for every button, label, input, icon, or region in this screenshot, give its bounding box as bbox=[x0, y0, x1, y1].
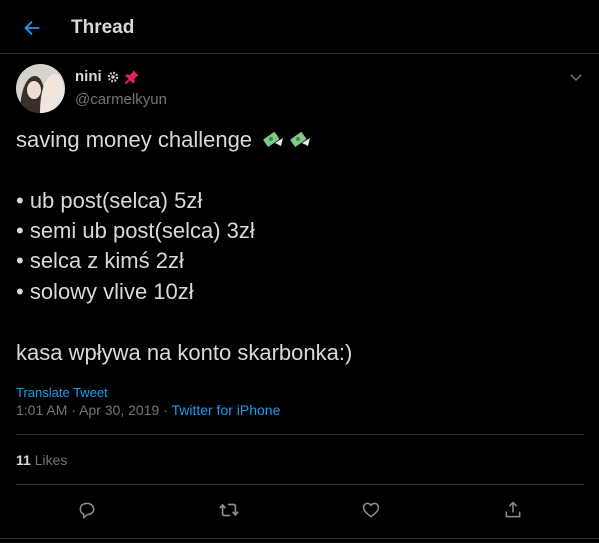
translate-tweet-link[interactable]: Translate Tweet bbox=[16, 385, 108, 400]
avatar[interactable] bbox=[16, 64, 65, 113]
likes-label: Likes bbox=[34, 452, 68, 468]
share-button[interactable] bbox=[498, 495, 528, 525]
heart-icon bbox=[362, 502, 380, 518]
more-options-button[interactable] bbox=[567, 68, 585, 86]
divider bbox=[16, 484, 584, 485]
reply-icon bbox=[79, 502, 95, 520]
pushpin-icon bbox=[124, 69, 139, 84]
tweet-actions bbox=[0, 495, 599, 525]
divider bbox=[0, 538, 599, 539]
tweet-date[interactable]: Apr 30, 2019 bbox=[79, 402, 159, 418]
tweet-line-2: • ub post(selca) 5zł bbox=[16, 188, 203, 213]
tweet-line-6: kasa wpływa na konto skarbonka:) bbox=[16, 340, 353, 365]
thread-header: Thread bbox=[0, 0, 599, 54]
author-row: nini bbox=[75, 68, 140, 85]
meta-separator: · bbox=[71, 402, 76, 418]
money-with-wings-icon bbox=[261, 126, 285, 150]
page-title: Thread bbox=[71, 17, 135, 38]
tweet-time[interactable]: 1:01 AM bbox=[16, 402, 67, 418]
likes-stat[interactable]: 11 Likes bbox=[16, 452, 67, 468]
retweet-button[interactable] bbox=[214, 495, 244, 525]
tweet-source-link[interactable]: Twitter for iPhone bbox=[171, 402, 280, 418]
author-name[interactable]: nini bbox=[75, 68, 102, 85]
chevron-down-icon bbox=[570, 74, 582, 82]
tweet-line-1: saving money challenge bbox=[16, 127, 253, 152]
likes-count: 11 bbox=[16, 452, 31, 468]
like-button[interactable] bbox=[356, 495, 386, 525]
share-icon bbox=[505, 501, 521, 518]
tweet-line-5: • solowy vlive 10zł bbox=[16, 279, 194, 304]
back-button[interactable] bbox=[18, 14, 46, 42]
money-with-wings-icon bbox=[288, 126, 312, 150]
gear-icon bbox=[107, 71, 118, 82]
meta-separator: · bbox=[163, 402, 168, 418]
tweet-meta: 1:01 AM · Apr 30, 2019 · Twitter for iPh… bbox=[16, 402, 280, 418]
retweet-icon bbox=[219, 503, 239, 517]
author-handle[interactable]: @carmelkyun bbox=[75, 91, 167, 108]
tweet-line-4: • selca z kimś 2zł bbox=[16, 248, 184, 273]
tweet-line-3: • semi ub post(selca) 3zł bbox=[16, 218, 255, 243]
tweet-text-line: saving money challenge bbox=[16, 126, 312, 153]
arrow-left-icon bbox=[24, 20, 40, 36]
reply-button[interactable] bbox=[72, 495, 102, 525]
divider bbox=[16, 434, 584, 435]
